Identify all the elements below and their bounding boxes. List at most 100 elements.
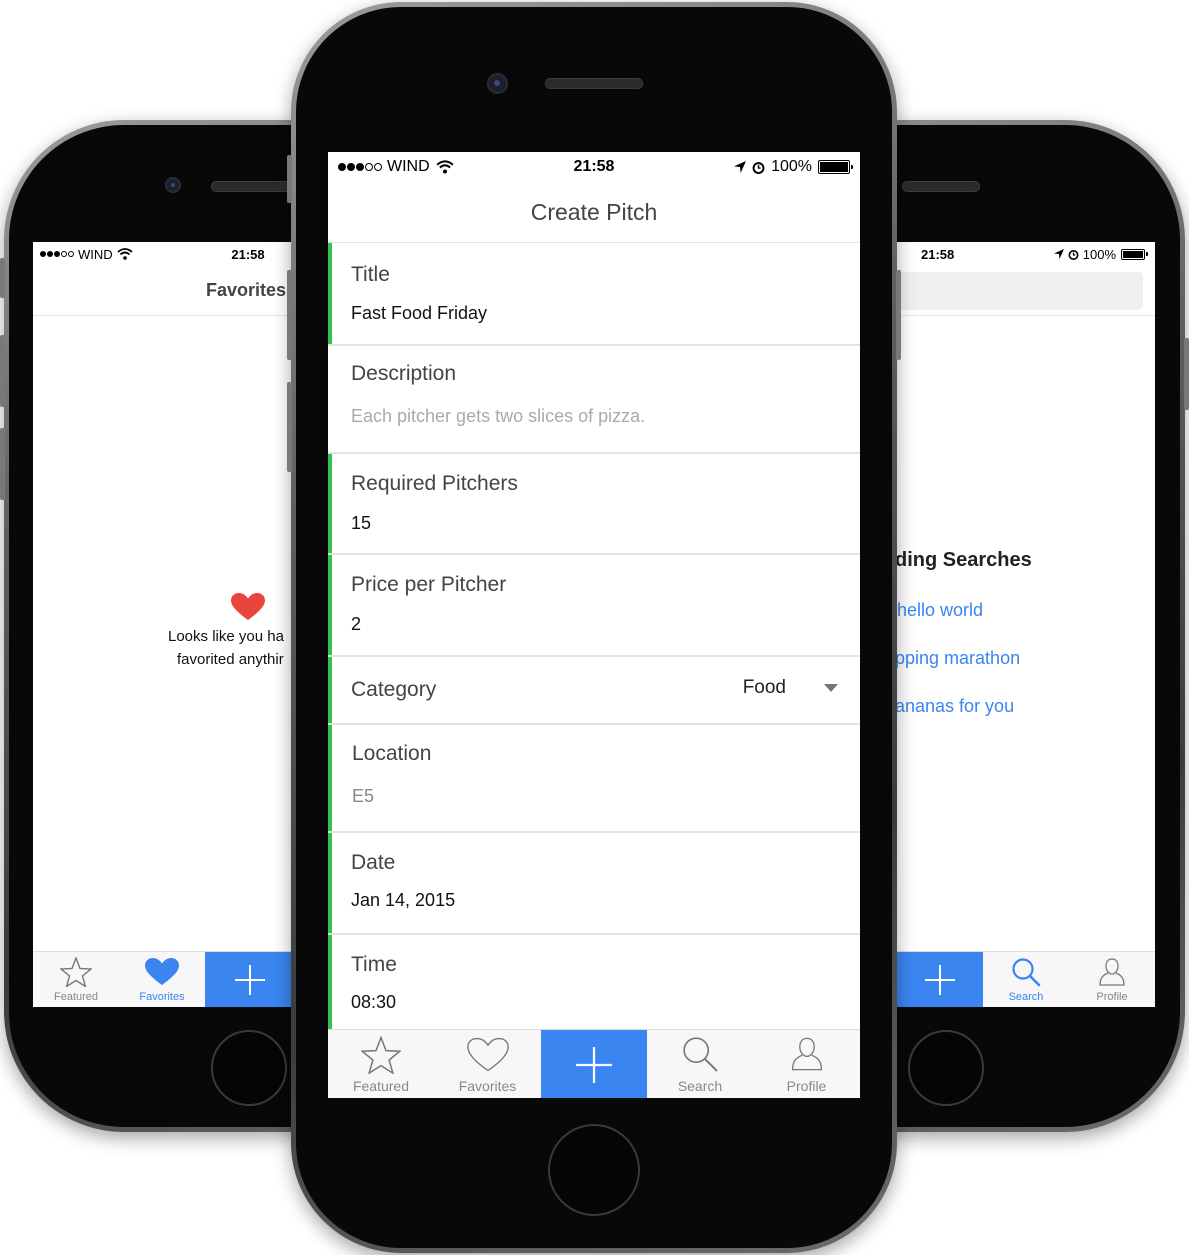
date-input[interactable]: Jan 14, 2015 <box>351 890 455 911</box>
tab-label: Favorites <box>139 991 185 1003</box>
signal-dot <box>61 251 67 257</box>
category-select[interactable]: Food <box>743 677 838 699</box>
location-input[interactable]: E5 <box>352 786 374 807</box>
home-button[interactable] <box>548 1124 640 1216</box>
wifi-icon <box>117 248 133 260</box>
required-indicator <box>328 833 332 933</box>
field-label: Title <box>351 263 390 286</box>
left-screen: WIND 21:58 Favorites Looks like you ha f… <box>33 242 295 1007</box>
tab-create-pitch[interactable] <box>895 952 983 1007</box>
front-camera <box>487 73 508 94</box>
page-title: Create Pitch <box>530 199 658 225</box>
home-button[interactable] <box>908 1030 984 1106</box>
star-icon <box>361 1036 401 1074</box>
field-label: Time <box>351 953 397 976</box>
search-input[interactable] <box>895 272 1143 310</box>
field-label: Price per Pitcher <box>351 573 507 596</box>
left-tab-bar: Featured Favorites <box>33 951 295 1007</box>
alarm-icon <box>752 161 765 174</box>
tab-label: Search <box>1008 991 1044 1003</box>
signal-dot <box>54 251 60 257</box>
time-field[interactable]: Time 08:30 <box>328 935 860 1030</box>
empty-state-text: favorited anythir <box>177 651 284 668</box>
create-pitch-screen: WIND 21:58 100% Create Pitch Title Fast … <box>328 152 860 1098</box>
required-pitchers-input[interactable]: 15 <box>351 513 371 534</box>
location-arrow-icon <box>1053 249 1064 259</box>
volume-up-button <box>0 335 5 407</box>
heart-icon <box>145 958 179 985</box>
earpiece-speaker <box>545 78 643 89</box>
search-icon <box>1012 958 1041 987</box>
field-label: Category <box>351 678 437 701</box>
price-per-pitcher-input[interactable]: 2 <box>351 614 361 635</box>
tab-favorites[interactable]: Favorites <box>434 1030 541 1098</box>
category-field[interactable]: Category Food <box>328 657 860 723</box>
tab-label: Featured <box>352 1078 410 1094</box>
battery-icon <box>1121 248 1148 260</box>
chevron-down-icon <box>824 684 838 692</box>
earpiece-speaker <box>902 181 980 192</box>
title-field[interactable]: Title Fast Food Friday <box>328 243 860 344</box>
signal-dot <box>47 251 53 257</box>
tab-label: Search <box>677 1078 723 1094</box>
tab-favorites[interactable]: Favorites <box>119 952 205 1007</box>
location-field[interactable]: Location E5 <box>328 725 860 831</box>
signal-dot <box>68 251 74 257</box>
tab-profile[interactable]: Profile <box>753 1030 860 1098</box>
plus-icon <box>925 965 955 995</box>
front-camera <box>165 177 181 193</box>
volume-up-button <box>287 270 292 360</box>
page-title: Favorites <box>206 280 287 300</box>
tab-label: Profile <box>786 1078 827 1094</box>
nav-divider <box>33 315 295 316</box>
status-time: 21:58 <box>231 246 265 262</box>
required-indicator <box>328 725 332 831</box>
time-input[interactable]: 08:30 <box>351 992 396 1013</box>
alarm-icon <box>1068 249 1079 260</box>
power-button <box>896 270 901 360</box>
field-label: Date <box>351 851 396 874</box>
search-suggestion-link[interactable]: ananas for you <box>895 696 1014 717</box>
profile-icon <box>791 1037 822 1071</box>
right-tab-bar: Search Profile <box>895 951 1155 1007</box>
star-icon <box>60 957 92 987</box>
description-field[interactable]: Description Each pitcher gets two slices… <box>328 346 860 452</box>
plus-icon <box>576 1047 612 1083</box>
volume-down-button <box>0 428 5 500</box>
nav-divider <box>895 315 1155 316</box>
tab-bar: Featured Favorites Search Profile <box>328 1029 860 1098</box>
plus-icon <box>235 965 265 995</box>
home-button[interactable] <box>211 1030 287 1106</box>
title-input[interactable]: Fast Food Friday <box>351 303 487 324</box>
power-button <box>1184 338 1189 410</box>
field-label: Description <box>351 362 457 385</box>
required-indicator <box>328 935 332 1030</box>
required-indicator <box>328 657 332 723</box>
required-pitchers-field[interactable]: Required Pitchers 15 <box>328 454 860 553</box>
battery-percent: 100% <box>1082 246 1116 262</box>
search-icon <box>683 1037 718 1072</box>
battery-icon <box>818 160 853 174</box>
battery-percent: 100% <box>771 158 812 175</box>
empty-state-text: Looks like you ha <box>168 628 284 645</box>
heart-icon <box>231 593 265 620</box>
tab-featured[interactable]: Featured <box>33 952 119 1007</box>
right-screen: 21:58 100% ding Searches hello world ppi… <box>895 242 1155 1007</box>
tab-search[interactable]: Search <box>647 1030 753 1098</box>
price-per-pitcher-field[interactable]: Price per Pitcher 2 <box>328 555 860 655</box>
search-suggestion-link[interactable]: pping marathon <box>895 648 1020 669</box>
right-status-bar: 21:58 100% <box>895 242 1155 266</box>
tab-label: Profile <box>1096 991 1128 1003</box>
tab-featured[interactable]: Featured <box>328 1030 434 1098</box>
search-suggestion-link[interactable]: hello world <box>897 600 983 621</box>
required-indicator <box>328 454 332 553</box>
heart-icon <box>466 1037 509 1072</box>
tab-create-pitch[interactable] <box>205 952 295 1007</box>
category-selected-value: Food <box>742 677 786 698</box>
carrier-label: WIND <box>78 246 113 262</box>
tab-create-pitch[interactable] <box>541 1030 647 1098</box>
tab-profile[interactable]: Profile <box>1069 952 1155 1007</box>
date-field[interactable]: Date Jan 14, 2015 <box>328 833 860 933</box>
description-input[interactable]: Each pitcher gets two slices of pizza. <box>351 406 645 427</box>
tab-search[interactable]: Search <box>983 952 1069 1007</box>
